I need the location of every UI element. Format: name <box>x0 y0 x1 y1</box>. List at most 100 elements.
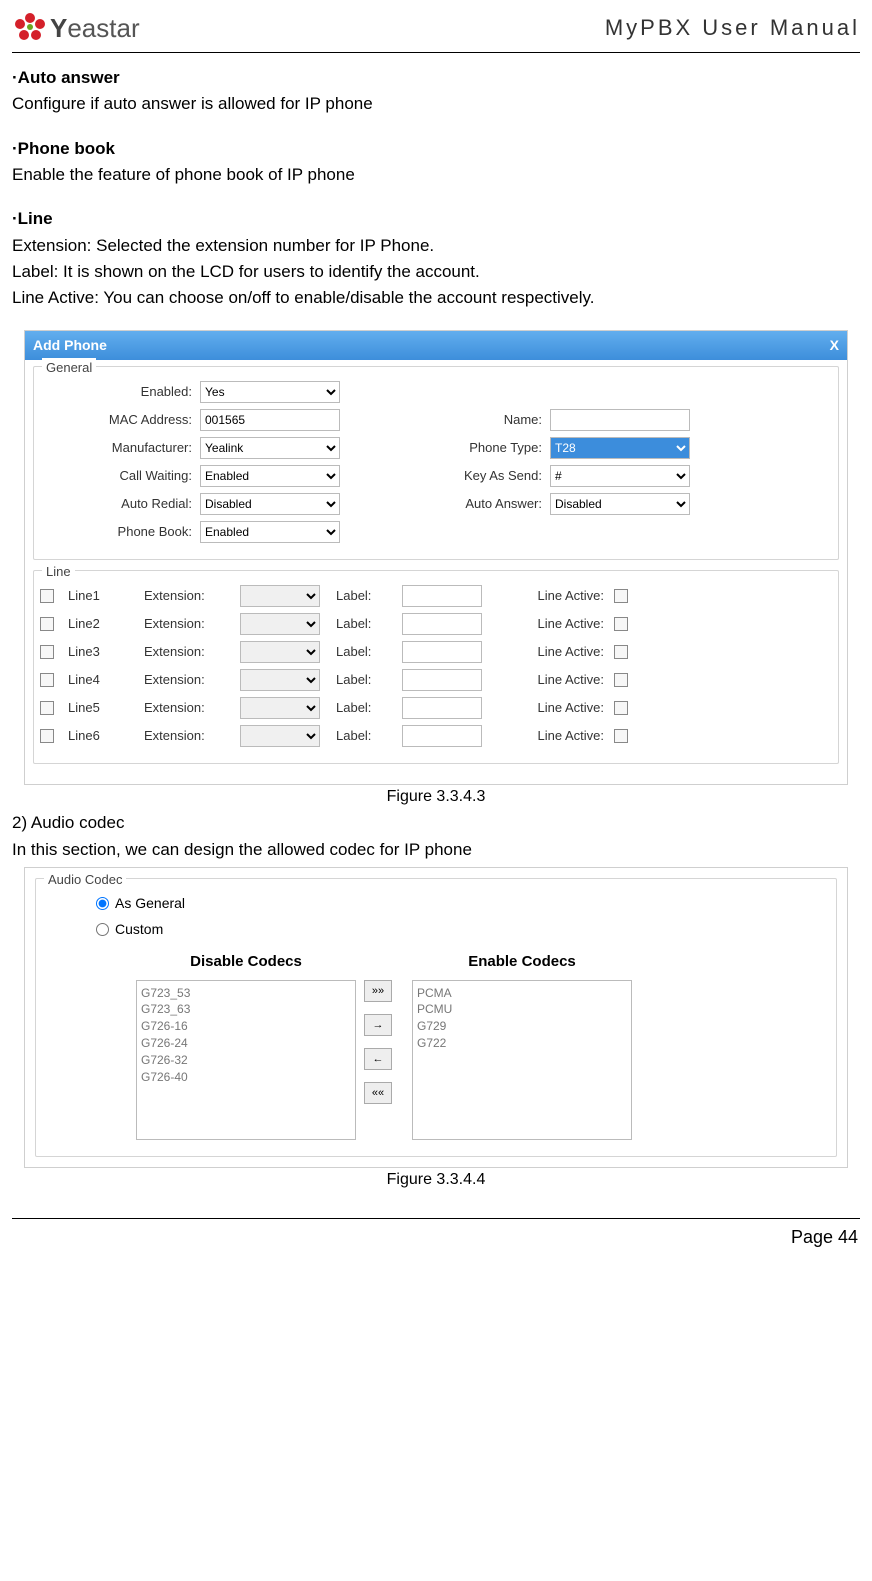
list-item[interactable]: G729 <box>417 1018 627 1035</box>
list-item[interactable]: G726-32 <box>141 1052 351 1069</box>
document-header: Yeastar MyPBX User Manual <box>0 0 872 50</box>
extension-select[interactable] <box>240 585 320 607</box>
enable-codecs-list[interactable]: PCMAPCMUG729G722 <box>412 980 632 1140</box>
key-as-send-select[interactable]: # <box>550 465 690 487</box>
enabled-select[interactable]: Yes <box>200 381 340 403</box>
line-enable-checkbox[interactable] <box>40 617 54 631</box>
document-title: MyPBX User Manual <box>605 15 860 41</box>
radio-custom[interactable] <box>96 923 109 936</box>
move-right-button[interactable]: → <box>364 1014 392 1036</box>
line-row: Line1Extension:Label:Line Active: <box>40 585 832 607</box>
phone-book-select[interactable]: Enabled <box>200 521 340 543</box>
auto-redial-select[interactable]: Disabled <box>200 493 340 515</box>
extension-label: Extension: <box>144 614 234 634</box>
radio-as-general-row[interactable]: As General <box>96 893 826 915</box>
auto-redial-label: Auto Redial: <box>40 494 200 514</box>
line-enable-checkbox[interactable] <box>40 589 54 603</box>
extension-select[interactable] <box>240 613 320 635</box>
manufacturer-select[interactable]: Yealink <box>200 437 340 459</box>
section-phone-book: ·Phone book Enable the feature of phone … <box>12 136 860 189</box>
move-all-left-button[interactable]: «« <box>364 1082 392 1104</box>
line-active-label: Line Active: <box>498 614 608 634</box>
extension-select[interactable] <box>240 641 320 663</box>
label-label: Label: <box>336 726 396 746</box>
general-fieldset: General Enabled: Yes MAC Address: Name: … <box>33 366 839 560</box>
line-active-checkbox[interactable] <box>614 701 628 715</box>
line-row: Line5Extension:Label:Line Active: <box>40 697 832 719</box>
list-item[interactable]: G726-16 <box>141 1018 351 1035</box>
extension-label: Extension: <box>144 698 234 718</box>
audio-codec-panel: Audio Codec As General Custom Disable Co… <box>24 867 848 1168</box>
line-active-checkbox[interactable] <box>614 617 628 631</box>
list-item[interactable]: G726-40 <box>141 1069 351 1086</box>
phone-book-sel-label: Phone Book: <box>40 522 200 542</box>
extension-select[interactable] <box>240 669 320 691</box>
key-as-send-label: Key As Send: <box>360 466 550 486</box>
enable-codecs-head: Enable Codecs <box>412 950 632 973</box>
line-row: Line4Extension:Label:Line Active: <box>40 669 832 691</box>
section-line: ·Line Extension: Selected the extension … <box>12 206 860 311</box>
line-active-checkbox[interactable] <box>614 589 628 603</box>
mac-field[interactable] <box>200 409 340 431</box>
phone-type-select[interactable]: T28 <box>550 437 690 459</box>
audio-section-head: 2) Audio codec <box>12 810 860 836</box>
label-label: Label: <box>336 698 396 718</box>
list-item[interactable]: PCMU <box>417 1001 627 1018</box>
extension-label: Extension: <box>144 670 234 690</box>
disable-codecs-list[interactable]: G723_53G723_63G726-16G726-24G726-32G726-… <box>136 980 356 1140</box>
name-field[interactable] <box>550 409 690 431</box>
add-phone-dialog: Add Phone X General Enabled: Yes MAC Add… <box>24 330 848 786</box>
line-enable-checkbox[interactable] <box>40 673 54 687</box>
enabled-label: Enabled: <box>40 382 200 402</box>
close-icon[interactable]: X <box>830 335 839 357</box>
line-name: Line4 <box>68 670 138 690</box>
figure-caption-1: Figure 3.3.4.3 <box>12 785 860 810</box>
line-active-checkbox[interactable] <box>614 729 628 743</box>
line-row: Line6Extension:Label:Line Active: <box>40 725 832 747</box>
line-active-checkbox[interactable] <box>614 645 628 659</box>
radio-as-general-label: As General <box>115 893 185 915</box>
phone-type-label: Phone Type: <box>360 438 550 458</box>
line-name: Line3 <box>68 642 138 662</box>
label-field[interactable] <box>402 697 482 719</box>
label-field[interactable] <box>402 585 482 607</box>
move-left-button[interactable]: ← <box>364 1048 392 1070</box>
label-field[interactable] <box>402 613 482 635</box>
brand-logo: Yeastar <box>12 10 140 46</box>
label-field[interactable] <box>402 725 482 747</box>
list-item[interactable]: G723_63 <box>141 1001 351 1018</box>
label-label: Label: <box>336 586 396 606</box>
list-item[interactable]: PCMA <box>417 985 627 1002</box>
line-fieldset: Line Line1Extension:Label:Line Active:Li… <box>33 570 839 764</box>
section-heading: ·Phone book <box>12 136 860 162</box>
move-all-right-button[interactable]: »» <box>364 980 392 1002</box>
extension-select[interactable] <box>240 697 320 719</box>
line-name: Line2 <box>68 614 138 634</box>
line-enable-checkbox[interactable] <box>40 729 54 743</box>
line-enable-checkbox[interactable] <box>40 645 54 659</box>
line-def-line-active: Line Active: You can choose on/off to en… <box>12 285 860 311</box>
manufacturer-label: Manufacturer: <box>40 438 200 458</box>
auto-answer-label: Auto Answer: <box>360 494 550 514</box>
line-name: Line5 <box>68 698 138 718</box>
line-active-checkbox[interactable] <box>614 673 628 687</box>
section-auto-answer: ·Auto answer Configure if auto answer is… <box>12 65 860 118</box>
line-active-label: Line Active: <box>498 586 608 606</box>
section-heading: ·Line <box>12 206 860 232</box>
list-item[interactable]: G726-24 <box>141 1035 351 1052</box>
list-item[interactable]: G722 <box>417 1035 627 1052</box>
disable-codecs-head: Disable Codecs <box>136 950 356 973</box>
line-enable-checkbox[interactable] <box>40 701 54 715</box>
radio-as-general[interactable] <box>96 897 109 910</box>
header-divider <box>12 52 860 53</box>
label-field[interactable] <box>402 641 482 663</box>
auto-answer-select[interactable]: Disabled <box>550 493 690 515</box>
radio-custom-row[interactable]: Custom <box>96 919 826 941</box>
label-field[interactable] <box>402 669 482 691</box>
call-waiting-select[interactable]: Enabled <box>200 465 340 487</box>
list-item[interactable]: G723_53 <box>141 985 351 1002</box>
fieldset-legend-general: General <box>42 358 96 378</box>
label-label: Label: <box>336 642 396 662</box>
extension-select[interactable] <box>240 725 320 747</box>
figure-caption-2: Figure 3.3.4.4 <box>12 1168 860 1193</box>
